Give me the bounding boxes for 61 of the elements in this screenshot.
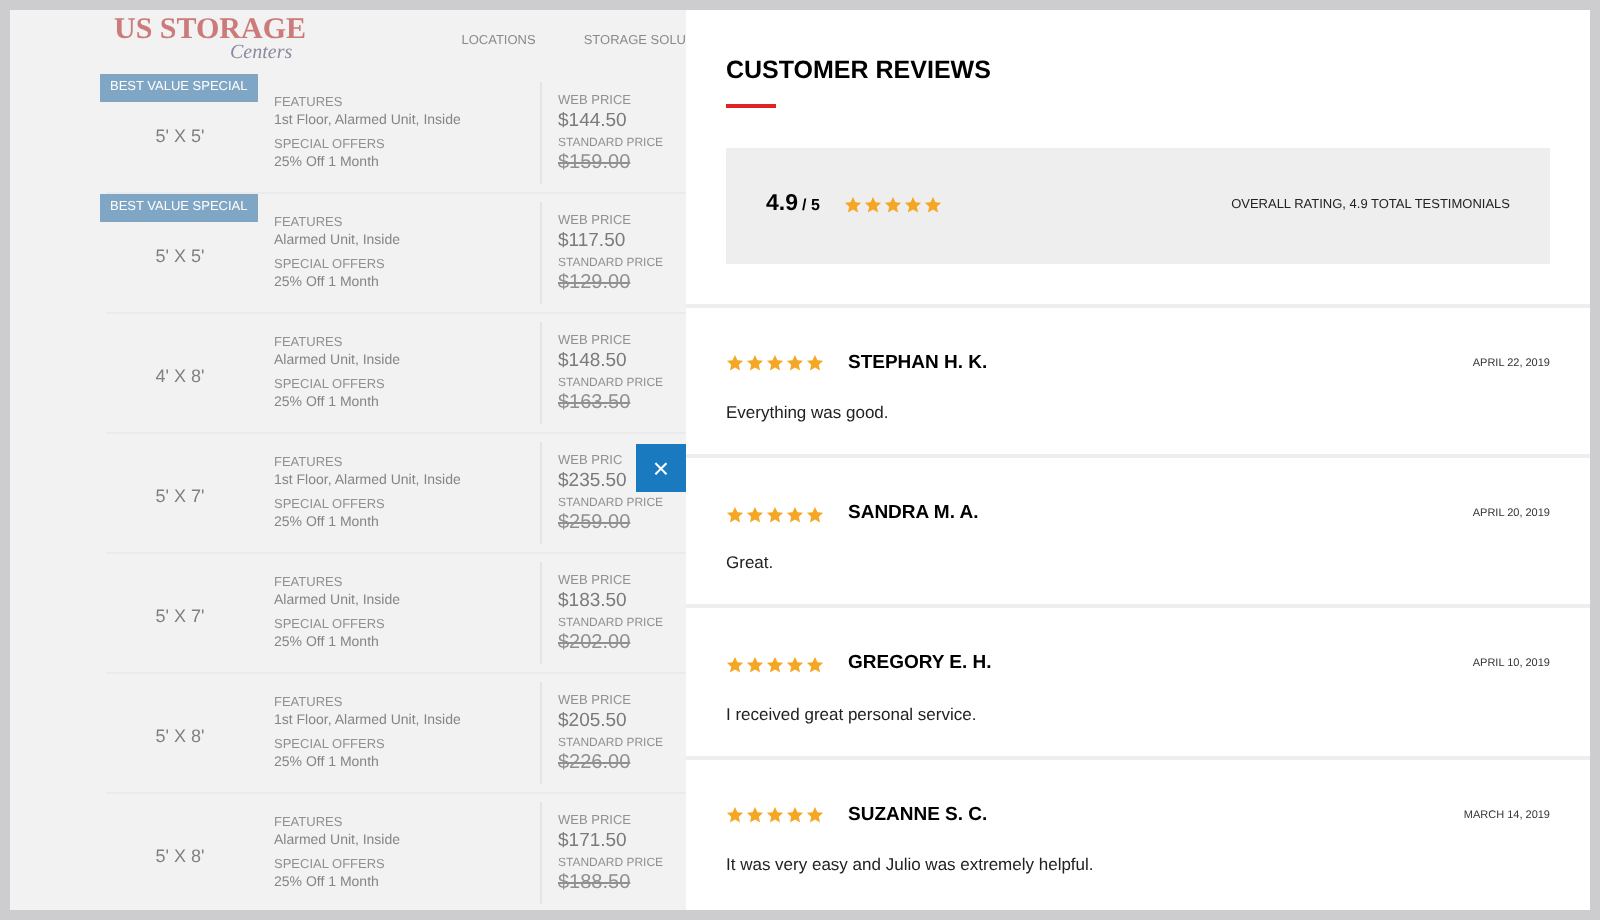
star-icon (923, 196, 942, 214)
unit-size: 5' X 5' (155, 123, 205, 150)
overall-score: 4.9 (766, 189, 798, 220)
web-price: $183.50 (558, 589, 629, 611)
star-icon (786, 505, 804, 524)
standard-price: $129.00 (558, 271, 633, 293)
star-icon (726, 354, 744, 373)
star-icon (746, 806, 764, 825)
unit-size: 5' X 7' (155, 483, 205, 510)
star-icon (806, 806, 824, 825)
web-price: $148.50 (558, 349, 629, 371)
star-icon (766, 354, 784, 373)
web-price: $117.50 (558, 229, 628, 251)
web-price: $171.50 (558, 829, 629, 851)
web-price: $144.50 (558, 109, 629, 131)
star-icon (843, 196, 862, 214)
panel-title: CUSTOMER REVIEWS (726, 58, 993, 83)
star-icon (806, 655, 824, 674)
review-text: It was very easy and Julio was extremely helpful. (726, 851, 1096, 878)
star-icon (766, 806, 784, 825)
reviewer-name: SUZANNE S. C. (848, 801, 988, 830)
score-scale: / 5 (802, 193, 820, 217)
unit-size: 5' X 8' (155, 843, 205, 870)
star-icon (746, 354, 764, 373)
star-icon (863, 196, 882, 214)
star-icon (766, 655, 784, 674)
standard-price: $159.00 (558, 151, 633, 173)
reviewer-name: GREGORY E. H. (848, 650, 992, 679)
unit-size: 5' X 5' (155, 243, 205, 270)
unit-size: 5' X 8' (155, 723, 205, 750)
standard-price: $202.00 (558, 631, 633, 653)
star-icon (766, 505, 784, 524)
star-icon (786, 806, 804, 825)
star-icon (806, 505, 824, 524)
reviewer-name: SANDRA M. A. (848, 499, 979, 528)
title-underline (726, 103, 776, 107)
standard-price: $226.00 (558, 751, 633, 773)
standard-price: $163.50 (558, 391, 633, 413)
standard-price: $188.50 (558, 871, 633, 893)
review-text: Great. (726, 550, 776, 576)
reviewer-name: STEPHAN H. K. (848, 349, 988, 377)
star-icon (726, 806, 744, 825)
review-text: I received great personal service. (726, 701, 979, 727)
standard-price: $259.00 (558, 511, 633, 533)
web-price: $235.50 (558, 469, 629, 491)
star-icon (903, 196, 922, 214)
review-text: Everything was good. (726, 399, 891, 425)
web-price: $205.50 (558, 709, 629, 731)
star-icon (726, 655, 744, 674)
star-icon (883, 196, 902, 214)
star-icon (786, 655, 804, 674)
star-icon (806, 354, 824, 373)
star-icon (786, 354, 804, 373)
unit-size: 5' X 7' (155, 603, 205, 630)
star-icon (746, 655, 764, 674)
star-icon (746, 505, 764, 524)
close-button[interactable]: × (636, 444, 686, 492)
logo-script: Centers (230, 44, 293, 64)
unit-size: 4' X 8' (155, 363, 205, 390)
star-icon (726, 505, 744, 524)
logo-text: US STORAGE (114, 16, 307, 46)
